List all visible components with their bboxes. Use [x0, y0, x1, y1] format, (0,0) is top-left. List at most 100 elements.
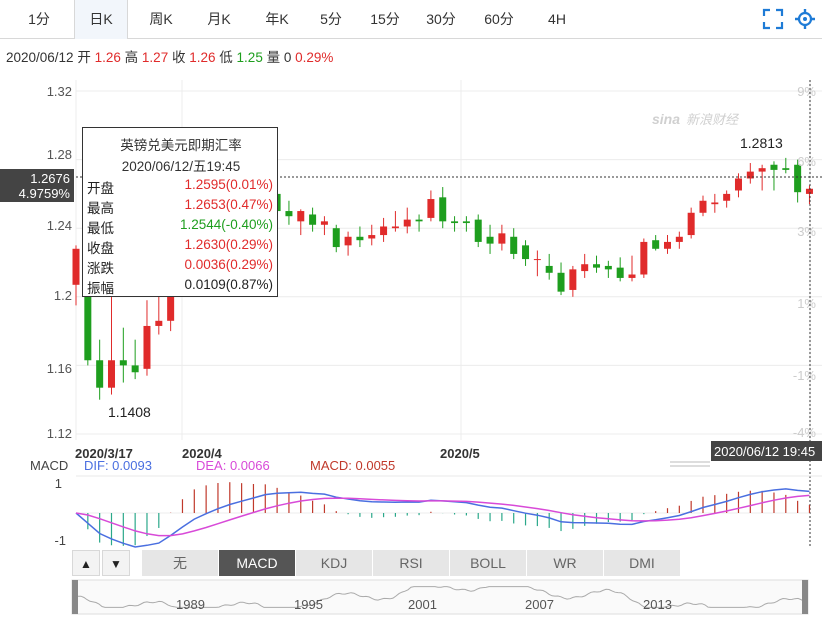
candle [439, 197, 447, 222]
y-tick-label: 1.24 [47, 218, 72, 233]
tooltip-value: 0.0036(0.29%) [184, 257, 273, 272]
pct-tick-label: -4% [793, 425, 817, 440]
candle [604, 265, 612, 270]
tooltip-row-change: 涨跌 0.0036(0.29%) [87, 257, 275, 277]
candle [415, 219, 423, 222]
tooltip-label: 开盘 [87, 181, 114, 196]
ohlc-tooltip: 英镑兑美元即期汇率 2020/06/12/五19:45 开盘 1.2595(0.… [82, 127, 278, 297]
scroll-right-button[interactable]: ▼ [102, 550, 130, 576]
candle [107, 360, 115, 388]
candle [581, 264, 589, 272]
candle [131, 365, 139, 373]
y-tick-label: 1.16 [47, 361, 72, 376]
macd-axis-label: -1 [54, 533, 66, 548]
candle [522, 245, 530, 260]
tooltip-label: 振幅 [87, 281, 114, 296]
macd-pane [75, 482, 811, 548]
candle [451, 221, 459, 224]
pct-tick-label: 3% [797, 224, 816, 239]
candle [356, 236, 364, 241]
candle [510, 236, 518, 254]
kline-chart[interactable]: 1.32 1.28 1.24 1.2 1.16 1.12 9% 6% 3% 1%… [0, 0, 822, 618]
tooltip-label: 最高 [87, 201, 114, 216]
candle [805, 188, 813, 194]
candle [545, 265, 553, 273]
candle [380, 226, 388, 236]
candle [723, 193, 731, 201]
candle [699, 200, 707, 213]
pct-tick-label: 9% [797, 84, 816, 99]
candle [309, 214, 317, 225]
macd-title: MACD [30, 458, 68, 473]
candle [782, 168, 790, 170]
candle [628, 274, 636, 278]
macd-dif: DIF: 0.0093 [84, 458, 152, 473]
candle [652, 240, 660, 249]
candle [474, 219, 482, 242]
navigator-year: 2007 [525, 597, 554, 612]
candle [675, 236, 683, 242]
macd-axis-label: 1 [55, 476, 62, 491]
candle [391, 226, 399, 229]
indicator-tab-rsi[interactable]: RSI [373, 550, 450, 576]
candle [498, 233, 506, 244]
tooltip-row-low: 最低 1.2544(-0.40%) [87, 217, 275, 237]
crosshair-pct: 4.9759% [19, 186, 71, 201]
candle [72, 248, 80, 285]
tooltip-row-open: 开盘 1.2595(0.01%) [87, 177, 275, 197]
navigator-handle-left [72, 580, 78, 614]
candle [427, 199, 435, 218]
pct-tick-label: 1% [797, 296, 816, 311]
indicator-tab-macd[interactable]: MACD [219, 550, 296, 576]
scroll-left-button[interactable]: ▲ [72, 550, 100, 576]
indicator-tab-boll[interactable]: BOLL [450, 550, 527, 576]
candle [734, 178, 742, 191]
percent-axis: 9% 6% 3% 1% -1% -4% [793, 84, 817, 440]
x-tick-label: 2020/5 [440, 446, 480, 461]
candle [143, 325, 151, 369]
candle [758, 168, 766, 172]
navigator-year: 1989 [176, 597, 205, 612]
candle [155, 320, 163, 326]
navigator-year: 2001 [408, 597, 437, 612]
watermark-text: 新浪财经 [686, 112, 740, 127]
y-tick-label: 1.2 [54, 288, 72, 303]
candle [533, 259, 541, 261]
tooltip-label: 最低 [87, 221, 114, 236]
low-annotation: 1.1408 [108, 404, 151, 420]
candle [770, 164, 778, 170]
candle [344, 236, 352, 246]
candle [119, 360, 127, 366]
indicator-tab-wr[interactable]: WR [527, 550, 604, 576]
indicator-tab-kdj[interactable]: KDJ [296, 550, 373, 576]
candle [403, 219, 411, 227]
candle [462, 221, 470, 224]
tooltip-time: 2020/06/12/五19:45 [121, 159, 241, 174]
navigator-year: 2013 [643, 597, 672, 612]
candle [332, 228, 340, 248]
indicator-tab-none[interactable]: 无 [142, 550, 219, 576]
indicator-tab-dmi[interactable]: DMI [604, 550, 681, 576]
tooltip-row-close: 收盘 1.2630(0.29%) [87, 237, 275, 257]
y-tick-label: 1.32 [47, 84, 72, 99]
pct-tick-label: 6% [797, 154, 816, 169]
candle [297, 211, 305, 222]
candle [84, 288, 92, 361]
navigator-year: 1995 [294, 597, 323, 612]
tooltip-row-amplitude: 振幅 0.0109(0.87%) [87, 277, 275, 297]
crosshair-price: 1.2676 [30, 171, 70, 186]
candle [368, 235, 376, 239]
navigator-handle-right [802, 580, 808, 614]
candle [664, 241, 671, 249]
watermark-logo: sina [652, 111, 680, 127]
candle [569, 269, 577, 290]
price-axis: 1.32 1.28 1.24 1.2 1.16 1.12 [47, 84, 72, 441]
tooltip-value: 1.2544(-0.40%) [179, 217, 273, 232]
candle [593, 264, 601, 268]
macd-value: MACD: 0.0055 [310, 458, 395, 473]
tooltip-title: 英镑兑美元即期汇率 [120, 138, 242, 153]
high-annotation: 1.2813 [740, 135, 783, 151]
candle [486, 236, 494, 244]
tooltip-row-high: 最高 1.2653(0.47%) [87, 197, 275, 217]
dif-line [75, 488, 810, 548]
